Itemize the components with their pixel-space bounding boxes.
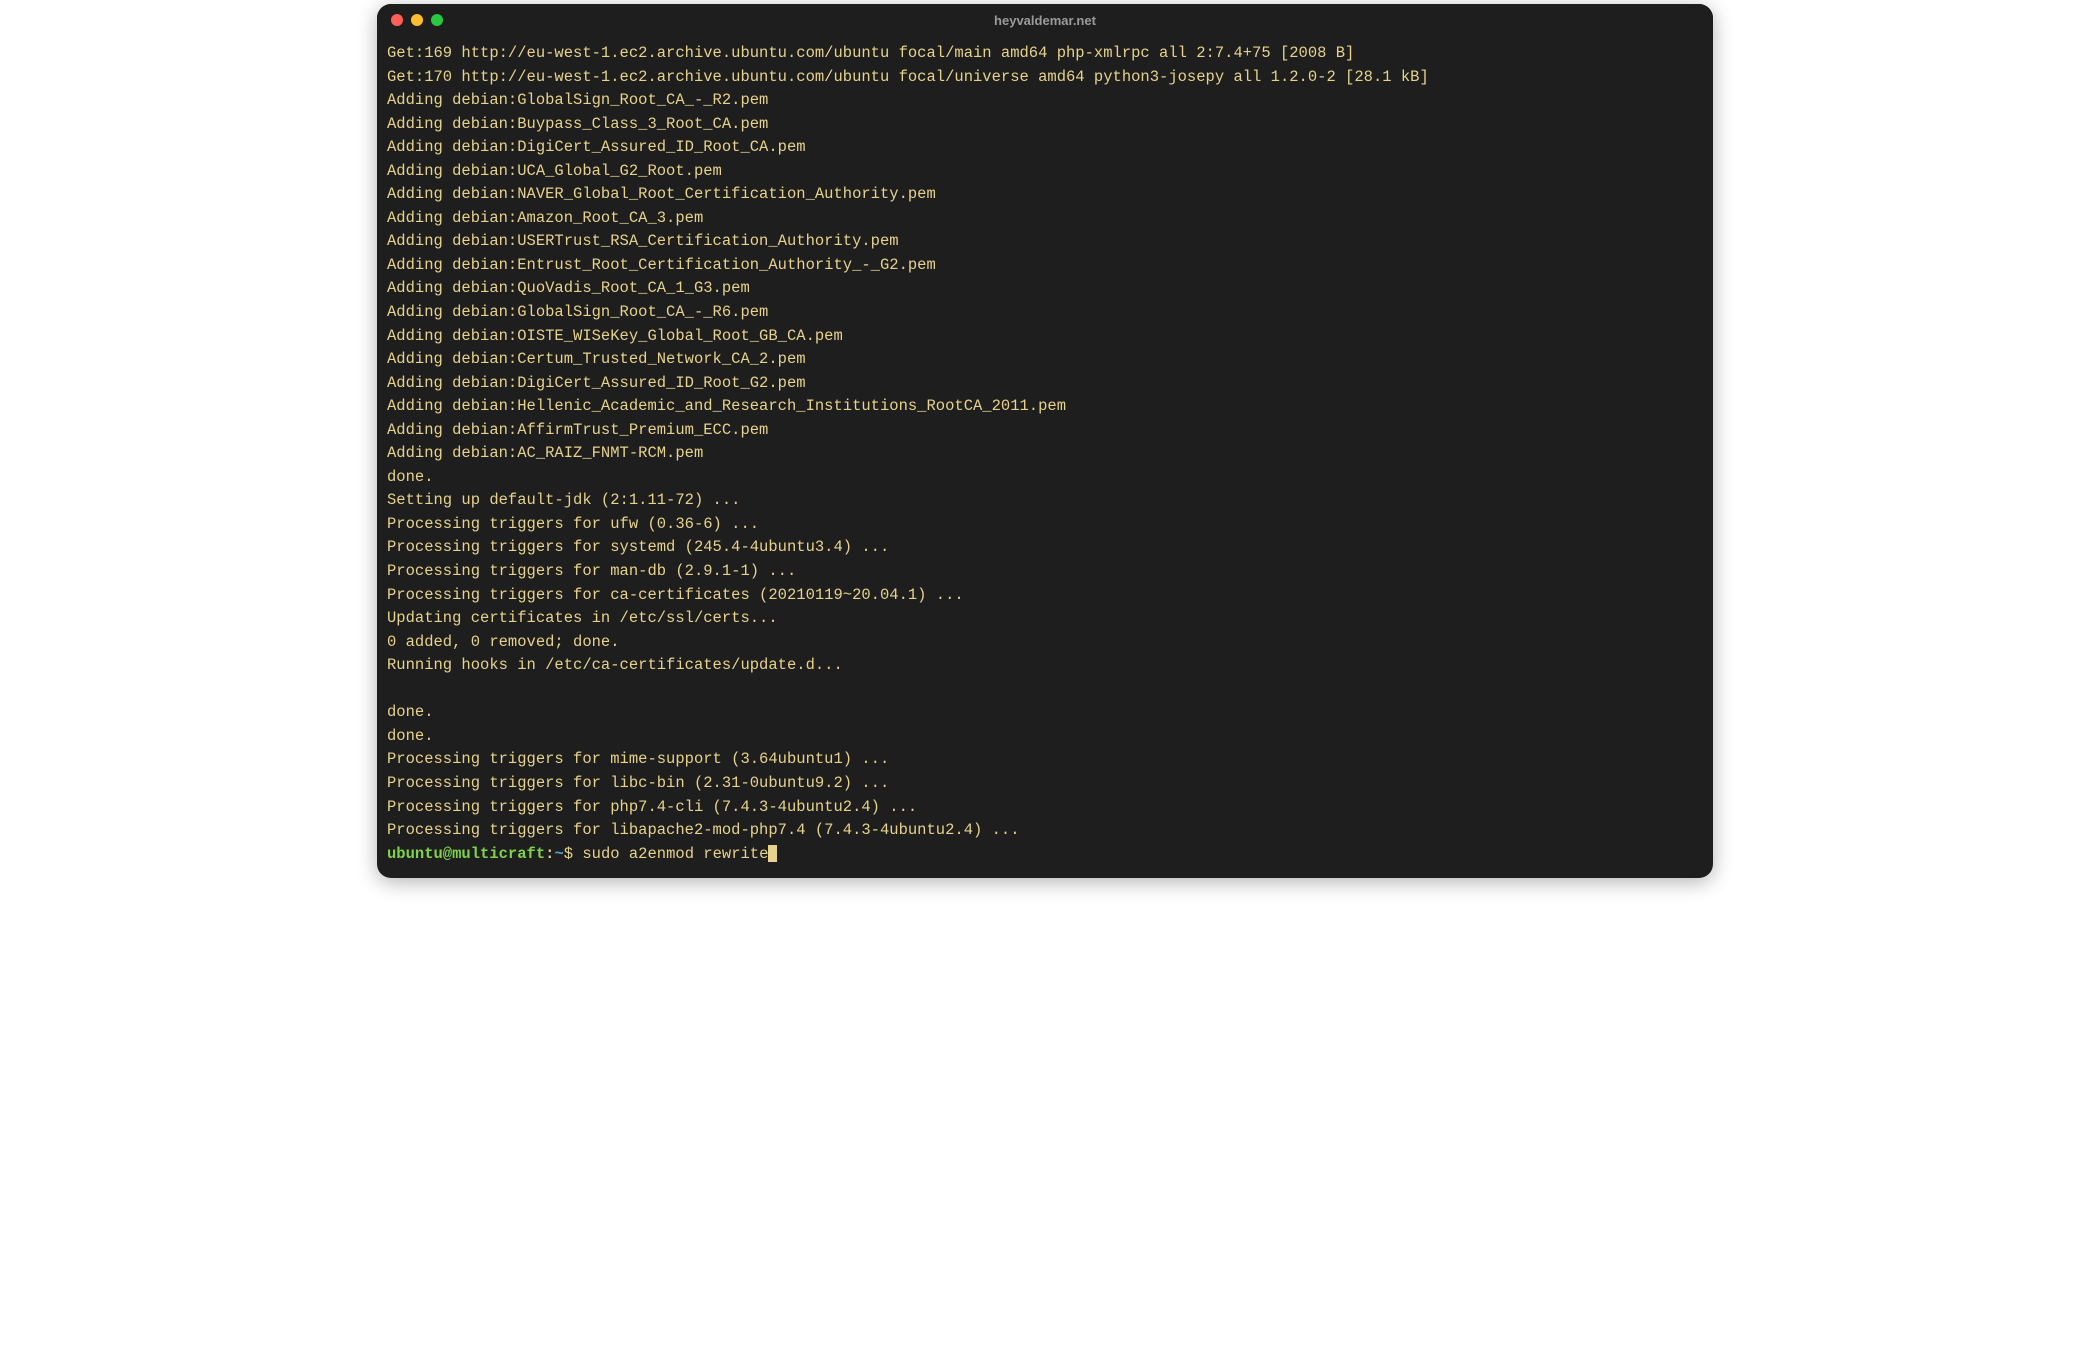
output-line: done.	[387, 703, 434, 721]
output-line: Processing triggers for ca-certificates …	[387, 586, 964, 604]
terminal-window: heyvaldemar.net Get:169 http://eu-west-1…	[377, 4, 1713, 878]
window-title: heyvaldemar.net	[377, 13, 1713, 28]
output-line: 0 added, 0 removed; done.	[387, 633, 620, 651]
output-line: Running hooks in /etc/ca-certificates/up…	[387, 656, 843, 674]
output-line: Adding debian:DigiCert_Assured_ID_Root_G…	[387, 374, 806, 392]
prompt-dollar: $	[564, 845, 583, 863]
close-icon[interactable]	[391, 14, 403, 26]
output-line: Processing triggers for ufw (0.36-6) ...	[387, 515, 759, 533]
output-line: Updating certificates in /etc/ssl/certs.…	[387, 609, 778, 627]
output-line: Adding debian:NAVER_Global_Root_Certific…	[387, 185, 936, 203]
output-line: Processing triggers for systemd (245.4-4…	[387, 538, 889, 556]
output-line: Adding debian:AC_RAIZ_FNMT-RCM.pem	[387, 444, 703, 462]
command-input[interactable]: sudo a2enmod rewrite	[582, 845, 768, 863]
output-line: Processing triggers for mime-support (3.…	[387, 750, 889, 768]
output-line: Adding debian:GlobalSign_Root_CA_-_R2.pe…	[387, 91, 768, 109]
output-line: done.	[387, 727, 434, 745]
terminal-body[interactable]: Get:169 http://eu-west-1.ec2.archive.ubu…	[377, 36, 1713, 878]
minimize-icon[interactable]	[411, 14, 423, 26]
output-line: Get:170 http://eu-west-1.ec2.archive.ubu…	[387, 68, 1429, 86]
prompt-userhost: ubuntu@multicraft	[387, 845, 545, 863]
output-line: Get:169 http://eu-west-1.ec2.archive.ubu…	[387, 44, 1354, 62]
output-line: Adding debian:Amazon_Root_CA_3.pem	[387, 209, 703, 227]
prompt-path: ~	[554, 845, 563, 863]
cursor-icon	[768, 845, 777, 862]
output-line: Adding debian:AffirmTrust_Premium_ECC.pe…	[387, 421, 768, 439]
output-line: Adding debian:USERTrust_RSA_Certificatio…	[387, 232, 899, 250]
output-line: Adding debian:Entrust_Root_Certification…	[387, 256, 936, 274]
output-line: done.	[387, 468, 434, 486]
output-line: Adding debian:QuoVadis_Root_CA_1_G3.pem	[387, 279, 750, 297]
maximize-icon[interactable]	[431, 14, 443, 26]
output-line: Adding debian:Certum_Trusted_Network_CA_…	[387, 350, 806, 368]
output-line: Adding debian:Hellenic_Academic_and_Rese…	[387, 397, 1066, 415]
output-line: Adding debian:DigiCert_Assured_ID_Root_C…	[387, 138, 806, 156]
output-line: Adding debian:GlobalSign_Root_CA_-_R6.pe…	[387, 303, 768, 321]
window-controls	[377, 14, 443, 26]
output-line: Adding debian:Buypass_Class_3_Root_CA.pe…	[387, 115, 768, 133]
output-line: Processing triggers for man-db (2.9.1-1)…	[387, 562, 796, 580]
output-line: Adding debian:UCA_Global_G2_Root.pem	[387, 162, 722, 180]
titlebar: heyvaldemar.net	[377, 4, 1713, 36]
output-line: Setting up default-jdk (2:1.11-72) ...	[387, 491, 740, 509]
output-line: Processing triggers for libapache2-mod-p…	[387, 821, 1020, 839]
output-line: Adding debian:OISTE_WISeKey_Global_Root_…	[387, 327, 843, 345]
output-line: Processing triggers for libc-bin (2.31-0…	[387, 774, 889, 792]
output-line: Processing triggers for php7.4-cli (7.4.…	[387, 798, 917, 816]
